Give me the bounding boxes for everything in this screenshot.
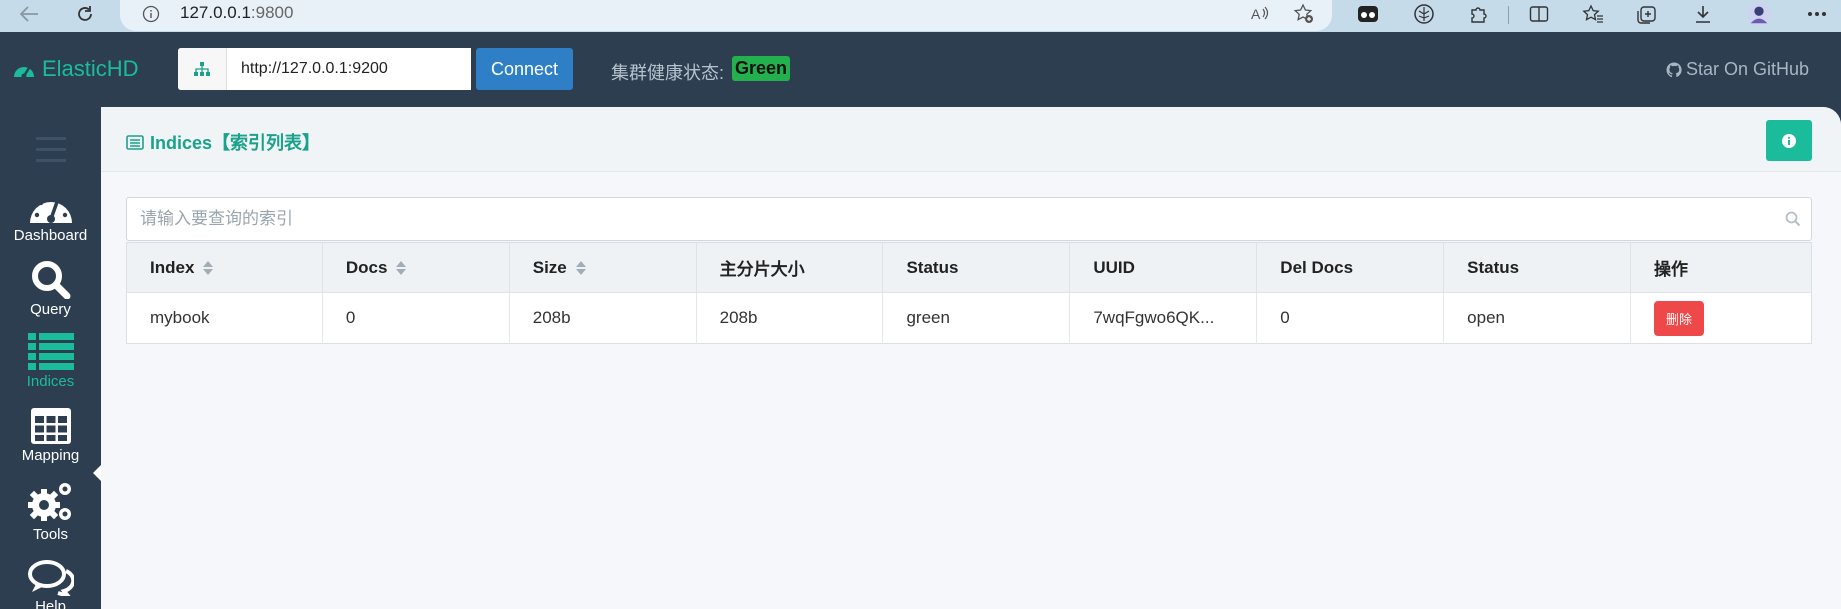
column-header-size[interactable]: Size bbox=[509, 242, 697, 293]
cluster-health-badge: Green bbox=[732, 56, 791, 81]
sidebar-item-tools[interactable]: Tools bbox=[0, 480, 101, 543]
refresh-icon[interactable] bbox=[70, 0, 100, 28]
active-indicator bbox=[93, 465, 101, 481]
svg-text:A: A bbox=[1251, 6, 1261, 22]
menu-toggle-icon[interactable] bbox=[36, 137, 66, 168]
sidebar-item-label: Mapping bbox=[21, 447, 80, 464]
search-icon[interactable] bbox=[1785, 211, 1801, 227]
dashboard-icon bbox=[29, 194, 72, 223]
github-label: Star On GitHub bbox=[1686, 59, 1810, 79]
site-info-icon[interactable] bbox=[138, 0, 164, 28]
sidebar-item-label: Indices bbox=[26, 373, 75, 390]
column-header-index[interactable]: Index bbox=[126, 242, 323, 293]
extension-tab-icon[interactable] bbox=[1355, 2, 1381, 26]
connect-button[interactable]: Connect bbox=[476, 48, 573, 90]
column-header-label: Docs bbox=[345, 257, 388, 277]
sidebar-item-query[interactable]: Query bbox=[0, 259, 101, 318]
panel-heading: Indices【索引列表】 bbox=[101, 107, 1841, 172]
url-port: :9800 bbox=[250, 3, 294, 22]
sidebar-item-label: Help bbox=[35, 598, 66, 609]
search-icon bbox=[31, 261, 70, 299]
cell-uuid: 7wqFgwo6QK... bbox=[1069, 292, 1258, 344]
info-button[interactable] bbox=[1766, 120, 1812, 161]
column-header-docs[interactable]: Docs bbox=[322, 242, 510, 293]
cell-status: open bbox=[1443, 292, 1632, 344]
sidebar-item-label: Tools bbox=[32, 526, 69, 543]
table-header-row: Index Docs Size 主分片大小 Status UUID Del Do… bbox=[126, 242, 1812, 293]
table-row: mybook 0 208b 208b green 7wqFgwo6QK... 0… bbox=[126, 292, 1812, 344]
sort-icon bbox=[396, 261, 407, 276]
column-header-label: Size bbox=[532, 257, 567, 277]
sidebar-item-label: Dashboard bbox=[13, 227, 88, 244]
panel-title: Indices【索引列表】 bbox=[126, 129, 320, 155]
profile-avatar[interactable] bbox=[1746, 1, 1772, 27]
tachometer-icon bbox=[14, 67, 34, 79]
downloads-icon[interactable] bbox=[1690, 2, 1716, 26]
collections-icon[interactable] bbox=[1634, 2, 1660, 26]
column-header-primary-size: 主分片大小 bbox=[696, 242, 884, 293]
column-header-actions: 操作 bbox=[1630, 242, 1812, 293]
comments-icon bbox=[27, 560, 74, 596]
column-header-health: Status bbox=[882, 242, 1071, 293]
column-header-uuid: UUID bbox=[1069, 242, 1258, 293]
sidebar-item-help[interactable]: Help bbox=[0, 560, 101, 609]
toolbar-divider bbox=[1508, 6, 1509, 24]
sidebar-item-indices[interactable]: Indices bbox=[0, 333, 101, 390]
list-icon bbox=[27, 333, 74, 370]
column-header-label: Index bbox=[150, 257, 195, 277]
read-aloud-icon[interactable]: A bbox=[1247, 2, 1273, 26]
server-url-group bbox=[178, 48, 471, 90]
address-bar[interactable] bbox=[120, 0, 1332, 31]
back-icon[interactable] bbox=[14, 0, 44, 28]
address-text: 127.0.0.1:9800 bbox=[180, 3, 293, 23]
browser-toolbar: 127.0.0.1:9800 A bbox=[0, 0, 1841, 32]
panel-title-text: Indices【索引列表】 bbox=[150, 133, 321, 153]
gears-icon bbox=[27, 483, 71, 521]
main-panel: Indices【索引列表】 Index Docs Size 主分片大小 Stat… bbox=[101, 107, 1841, 609]
more-options-icon[interactable] bbox=[1804, 2, 1830, 26]
cell-health: green bbox=[882, 292, 1071, 344]
list-alt-icon bbox=[126, 134, 144, 150]
cell-size: 208b bbox=[509, 292, 697, 344]
cell-actions: 删除 bbox=[1631, 293, 1812, 344]
github-link[interactable]: Star On GitHub bbox=[1666, 59, 1809, 80]
github-icon bbox=[1666, 61, 1682, 77]
info-icon bbox=[1782, 133, 1796, 148]
index-search-input[interactable] bbox=[127, 198, 1767, 240]
cell-del-docs: 0 bbox=[1256, 292, 1445, 344]
extension-leaf-icon[interactable] bbox=[1411, 2, 1437, 26]
sort-icon bbox=[575, 261, 586, 276]
indices-table: Index Docs Size 主分片大小 Status UUID Del Do… bbox=[126, 242, 1812, 344]
sidebar-item-mapping[interactable]: Mapping bbox=[0, 407, 101, 464]
sidebar-item-label: Query bbox=[30, 301, 71, 318]
add-favorite-icon[interactable] bbox=[1291, 2, 1317, 26]
app-header: ElasticHD Connect 集群健康状态: Green Star On … bbox=[0, 32, 1841, 104]
extensions-puzzle-icon[interactable] bbox=[1465, 2, 1491, 26]
sidebar: Dashboard Query Indices Mapping Tools He… bbox=[0, 107, 101, 609]
column-header-status: Status bbox=[1443, 242, 1632, 293]
sidebar-item-dashboard[interactable]: Dashboard bbox=[0, 187, 101, 244]
delete-button[interactable]: 删除 bbox=[1654, 300, 1705, 336]
favorites-icon[interactable] bbox=[1580, 2, 1606, 26]
table-icon bbox=[30, 408, 71, 444]
brand-name: ElasticHD bbox=[42, 56, 139, 81]
index-search-box bbox=[126, 197, 1812, 241]
server-url-input[interactable] bbox=[227, 48, 471, 90]
sort-icon bbox=[203, 261, 214, 276]
brand-logo[interactable]: ElasticHD bbox=[12, 56, 139, 82]
cell-index[interactable]: mybook bbox=[126, 292, 323, 344]
sitemap-icon bbox=[178, 48, 227, 90]
url-host: 127.0.0.1 bbox=[180, 3, 251, 22]
cluster-health-label: 集群健康状态: bbox=[611, 63, 725, 83]
cell-primary-size: 208b bbox=[696, 292, 884, 344]
cell-docs: 0 bbox=[322, 292, 510, 344]
split-screen-icon[interactable] bbox=[1526, 2, 1552, 26]
column-header-del-docs: Del Docs bbox=[1256, 242, 1445, 293]
